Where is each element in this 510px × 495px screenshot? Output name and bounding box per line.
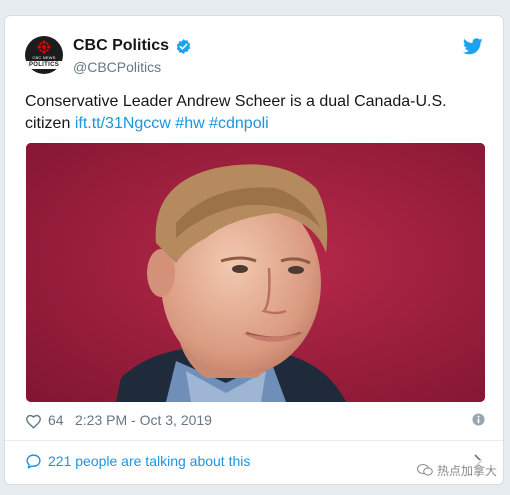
like-count[interactable]: 64 [48,412,64,428]
conversation-label: 221 people are talking about this [48,453,251,469]
divider [5,440,503,441]
portrait-image [26,143,485,402]
watermark-text: 热点加拿大 [436,463,497,478]
avatar-bottom-text: POLITICS [28,62,60,68]
tweet-card: CBC NEWS POLITICS CBC Politics @CBCPolit… [4,15,504,485]
speech-bubble-icon [26,454,41,469]
tweet-link[interactable]: ift.tt/31Ngccw [75,115,171,132]
display-name[interactable]: CBC Politics [73,37,169,55]
handle[interactable]: @CBCPolitics [73,59,161,75]
watermark: 热点加拿大 [413,460,500,480]
info-icon[interactable] [472,413,485,426]
hashtag-cdnpoli[interactable]: #cdnpoli [209,115,269,132]
avatar[interactable]: CBC NEWS POLITICS [25,36,63,74]
heart-icon[interactable] [25,413,42,429]
wechat-icon [416,464,433,476]
tweet-photo[interactable] [26,143,485,402]
tweet-meta: 64 2:23 PM - Oct 3, 2019 [25,412,485,430]
avatar-top-text: CBC NEWS [32,55,56,60]
timestamp[interactable]: 2:23 PM - Oct 3, 2019 [75,412,212,428]
cbc-gem-icon [37,40,51,54]
twitter-bird-icon[interactable] [463,38,483,55]
hashtag-hw[interactable]: #hw [175,115,204,132]
verified-badge-icon [176,39,191,54]
tweet-text: Conservative Leader Andrew Scheer is a d… [25,91,485,135]
